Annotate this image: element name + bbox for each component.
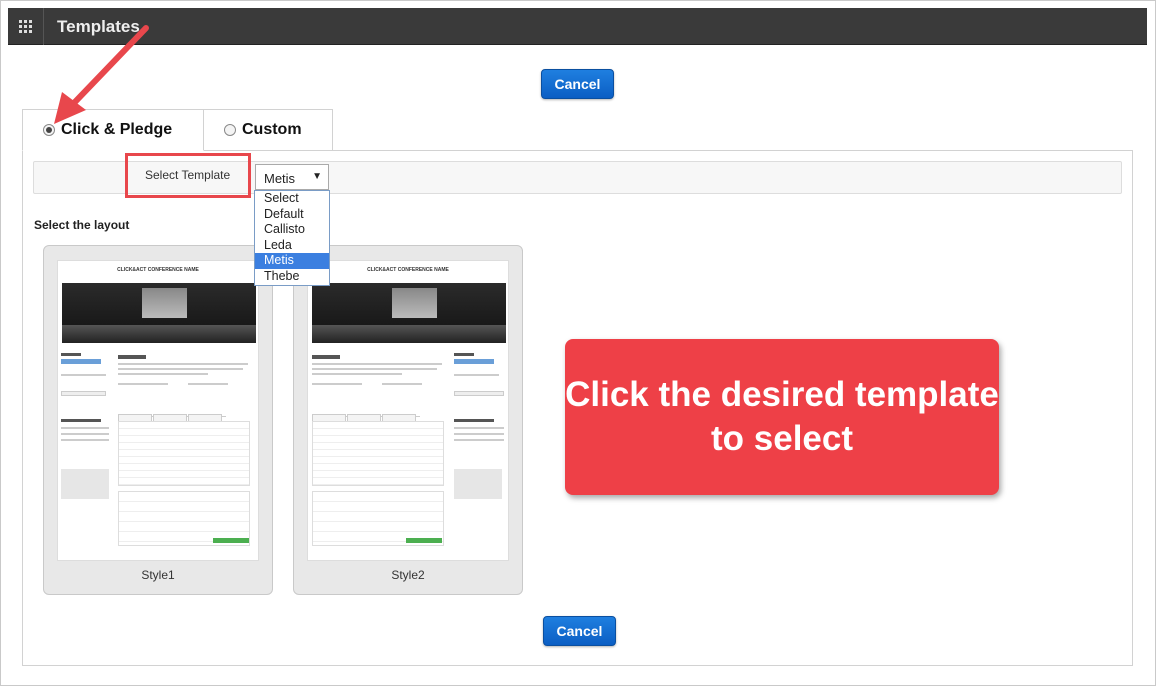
template-select[interactable]: Metis ▼ bbox=[255, 164, 329, 190]
preview-image bbox=[312, 283, 506, 343]
preview-title: CLICK&ACT CONFERENCE NAME bbox=[117, 267, 199, 273]
select-value: Metis bbox=[264, 171, 296, 186]
highlight-box bbox=[125, 153, 251, 198]
radio-click-and-pledge[interactable] bbox=[43, 124, 55, 136]
layout-name: Style1 bbox=[141, 568, 175, 582]
cancel-button-bottom[interactable]: Cancel bbox=[543, 616, 616, 646]
tab-custom[interactable]: Custom bbox=[203, 109, 333, 151]
page-title: Templates bbox=[57, 17, 140, 36]
tab-label: Custom bbox=[242, 121, 302, 138]
preview-image bbox=[62, 283, 256, 343]
dropdown-option[interactable]: Leda bbox=[255, 238, 329, 254]
layout-card-style2[interactable]: CLICK&ACT CONFERENCE NAME Style2 bbox=[293, 245, 523, 595]
grid-icon bbox=[19, 20, 32, 33]
layout-name: Style2 bbox=[391, 568, 425, 582]
dropdown-option[interactable]: Thebe bbox=[255, 269, 329, 285]
caret-down-icon: ▼ bbox=[312, 171, 322, 182]
radio-custom[interactable] bbox=[224, 124, 236, 136]
dropdown-option[interactable]: Select bbox=[255, 191, 329, 207]
layout-heading: Select the layout bbox=[34, 218, 130, 232]
layout-preview: CLICK&ACT CONFERENCE NAME bbox=[57, 260, 259, 561]
layout-preview: CLICK&ACT CONFERENCE NAME bbox=[307, 260, 509, 561]
apps-grid-button[interactable] bbox=[8, 8, 44, 45]
dropdown-option[interactable]: Callisto bbox=[255, 222, 329, 238]
cancel-button-top[interactable]: Cancel bbox=[541, 69, 614, 99]
template-dropdown: Select Default Callisto Leda Metis Thebe bbox=[254, 190, 330, 286]
layout-card-style1[interactable]: CLICK&ACT CONFERENCE NAME Style1 bbox=[43, 245, 273, 595]
header-bar: Templates bbox=[8, 8, 1147, 45]
tab-label: Click & Pledge bbox=[61, 121, 173, 138]
tab-click-and-pledge[interactable]: Click & Pledge bbox=[22, 109, 204, 151]
dropdown-option[interactable]: Default bbox=[255, 207, 329, 223]
dropdown-option-selected[interactable]: Metis bbox=[255, 253, 329, 269]
preview-title: CLICK&ACT CONFERENCE NAME bbox=[367, 267, 449, 273]
instruction-callout: Click the desired template to select bbox=[565, 339, 999, 495]
